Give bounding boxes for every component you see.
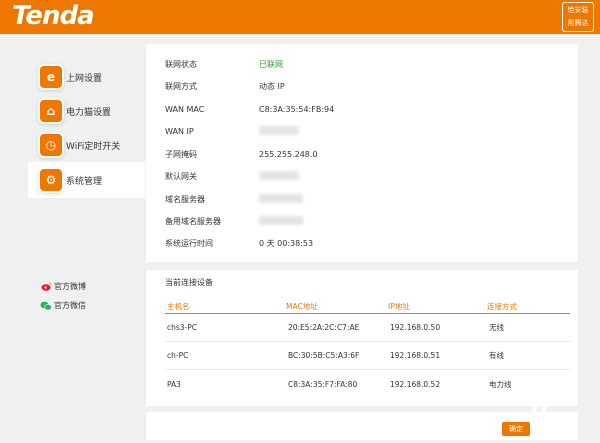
- sidebar-item-label: 系统管理: [66, 176, 103, 187]
- header-bar: Tenda 恰安装 用腾达: [0, 0, 600, 34]
- type-cell: 有线: [489, 351, 504, 360]
- status-key: 联网方式: [165, 81, 197, 91]
- status-key: 联网状态: [165, 59, 197, 69]
- status-row-backup-dns: 备用域名服务器: [165, 214, 303, 228]
- devices-panel: 当前连接设备 主机名 MAC地址 IP地址 连接方式 chs3-PC 20:E5…: [146, 270, 578, 406]
- tenda-logo[interactable]: Tenda: [12, 1, 95, 31]
- sidebar-item-powerline[interactable]: ⌂ 电力猫设置: [40, 97, 111, 125]
- sidebar-item-label: 电力猫设置: [66, 107, 112, 118]
- column-header-ip: IP地址: [388, 302, 410, 311]
- host-cell: chs3-PC: [167, 323, 198, 332]
- status-key: 备用域名服务器: [165, 216, 221, 226]
- devices-title: 当前连接设备: [165, 278, 213, 287]
- watermark-icon: [526, 400, 548, 422]
- table-row: PA3 C8:3A:35:F7:FA:80 192.168.0.52 电力线: [165, 370, 570, 398]
- status-row-dns: 域名服务器: [165, 192, 303, 206]
- status-key: 子网掩码: [165, 149, 197, 159]
- redacted-value: [259, 125, 299, 137]
- status-row-gateway: 默认网关: [165, 169, 299, 183]
- status-value: C8:3A:35:54:FB:94: [259, 104, 335, 114]
- status-panel: 联网状态 已联网 联网方式 动态 IP WAN MAC C8:3A:35:54:…: [146, 44, 578, 262]
- uptime-value: 0 天 00:38:53: [259, 238, 314, 248]
- sidebar-item-system[interactable]: ⚙ 系统管理: [40, 166, 102, 194]
- devices-table: 主机名 MAC地址 IP地址 连接方式 chs3-PC 20:E5:2A:2C:…: [165, 300, 570, 398]
- status-row-mode: 联网方式 动态 IP: [165, 79, 285, 93]
- sidebar-item-internet[interactable]: e 上网设置: [40, 63, 102, 91]
- sidebar-item-label: WiFi定时开关: [66, 141, 121, 152]
- redacted-value: [259, 215, 303, 227]
- brand-badge: 恰安装 用腾达: [562, 2, 594, 32]
- status-key: 域名服务器: [165, 194, 205, 204]
- type-cell: 无线: [489, 323, 504, 332]
- status-row-wan-ip: WAN IP: [165, 124, 299, 138]
- status-key: 默认网关: [165, 171, 197, 181]
- badge-line-1: 恰安装: [567, 6, 589, 14]
- table-row: chs3-PC 20:E5:2A:2C:C7:AE 192.168.0.50 无…: [165, 314, 570, 342]
- internet-icon: e: [40, 66, 62, 88]
- status-key: WAN MAC: [165, 104, 205, 114]
- wechat-icon: [40, 301, 52, 311]
- wechat-label: 官方微信: [54, 301, 86, 310]
- table-header: 主机名 MAC地址 IP地址 连接方式: [165, 300, 570, 314]
- sidebar: e 上网设置 ⌂ 电力猫设置 ◷ WiFi定时开关 ⚙ 系统管理 官方微博 官方…: [0, 44, 145, 443]
- host-cell: ch-PC: [167, 351, 189, 360]
- ip-cell: 192.168.0.50: [390, 323, 441, 332]
- wechat-link[interactable]: 官方微信: [40, 300, 86, 311]
- column-header-host: 主机名: [167, 302, 190, 311]
- status-key: 系统运行时间: [165, 238, 213, 248]
- status-key: WAN IP: [165, 126, 194, 136]
- ip-cell: 192.168.0.52: [390, 379, 441, 389]
- footer-bar: 确定: [146, 412, 578, 440]
- weibo-label: 官方微博: [54, 282, 86, 291]
- weibo-link[interactable]: 官方微博: [40, 281, 86, 292]
- connection-status-value: 已联网: [259, 59, 283, 69]
- column-header-mac: MAC地址: [286, 302, 318, 311]
- powerline-icon: ⌂: [40, 100, 62, 122]
- badge-line-2: 用腾达: [567, 19, 589, 27]
- status-row-uptime: 系统运行时间 0 天 00:38:53: [165, 236, 313, 250]
- status-value: 动态 IP: [259, 81, 285, 91]
- mac-cell: 20:E5:2A:2C:C7:AE: [288, 323, 360, 332]
- timer-icon: ◷: [40, 134, 62, 156]
- sidebar-item-wifi-timer[interactable]: ◷ WiFi定时开关: [40, 131, 120, 159]
- table-row: ch-PC BC:30:5B:C5:A3:6F 192.168.0.51 有线: [165, 342, 570, 370]
- host-cell: PA3: [167, 379, 181, 389]
- status-row-connection: 联网状态 已联网: [165, 57, 283, 71]
- type-cell: 电力线: [489, 379, 512, 389]
- status-row-wan-mac: WAN MAC C8:3A:35:54:FB:94: [165, 102, 334, 116]
- sidebar-item-label: 上网设置: [66, 73, 103, 84]
- ip-cell: 192.168.0.51: [390, 351, 441, 360]
- mac-cell: BC:30:5B:C5:A3:6F: [288, 351, 360, 360]
- status-row-subnet: 子网掩码 255.255.248.0: [165, 147, 318, 161]
- redacted-value: [259, 170, 299, 182]
- mac-cell: C8:3A:35:F7:FA:80: [288, 379, 358, 389]
- weibo-icon: [40, 282, 52, 292]
- redacted-value: [259, 193, 303, 205]
- settings-icon: ⚙: [40, 169, 62, 191]
- status-value: 255.255.248.0: [259, 149, 318, 159]
- column-header-type: 连接方式: [487, 302, 517, 311]
